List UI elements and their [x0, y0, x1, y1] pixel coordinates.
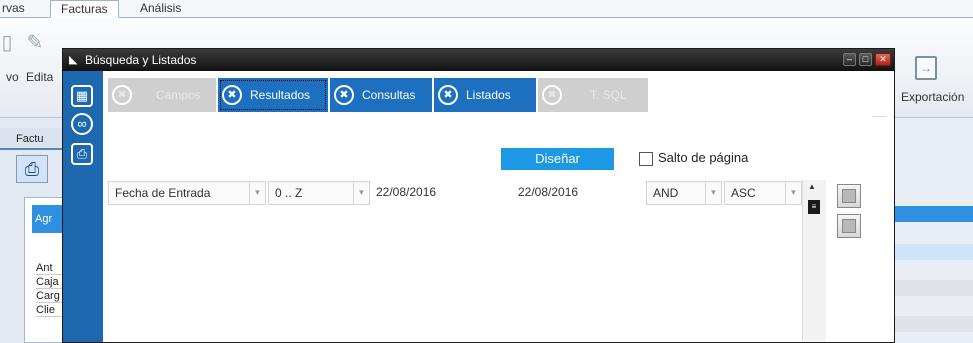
dialog-title: Búsqueda y Listados	[85, 53, 197, 67]
chevron-down-icon[interactable]: ▼	[705, 182, 721, 204]
ribbon-label-new: vo	[6, 70, 19, 84]
design-button[interactable]: Diseñar	[501, 148, 614, 170]
minimize-button[interactable]: –	[843, 53, 856, 66]
list-item[interactable]: Ant	[36, 262, 64, 275]
tab-resultados[interactable]: ✖ Resultados	[218, 78, 328, 112]
range-select-value: 0 .. Z	[275, 186, 303, 200]
list-item[interactable]: Carg	[36, 290, 64, 303]
ribbon-label-export[interactable]: Exportación	[901, 90, 964, 104]
right-row[interactable]	[895, 280, 973, 296]
tab-analisis[interactable]: Análisis	[130, 0, 191, 18]
tab-reservas[interactable]: rvas	[0, 0, 35, 18]
print-icon[interactable]: ⎙	[71, 143, 93, 165]
chevron-down-icon[interactable]: ▼	[785, 182, 801, 204]
tab-tsql[interactable]: ✖ T. SQL	[538, 78, 648, 112]
scroll-thumb[interactable]: ≡	[808, 200, 820, 214]
right-row[interactable]	[895, 244, 973, 260]
tab-facturas[interactable]: Facturas	[50, 0, 119, 18]
logic-select-value: AND	[653, 186, 679, 200]
order-select[interactable]: ASC ▼	[724, 181, 802, 205]
add-icon	[842, 189, 856, 203]
calendar-icon[interactable]: ▦	[71, 85, 93, 107]
right-row-highlight[interactable]	[895, 206, 973, 222]
field-select[interactable]: Fecha de Entrada ▼	[108, 181, 266, 205]
right-row[interactable]	[895, 316, 973, 332]
page-break-label[interactable]: Salto de página	[658, 150, 748, 166]
value-to[interactable]: 22/08/2016	[518, 181, 578, 205]
range-select[interactable]: 0 .. Z ▼	[268, 181, 370, 205]
dialog-titlebar[interactable]: ◣ Búsqueda y Listados – □ ✕	[63, 49, 894, 71]
close-icon[interactable]: ✖	[222, 85, 242, 105]
vertical-scrollbar[interactable]: ▲ ≡	[802, 180, 826, 341]
dialog-tab-bar: ✖ Campos ✖ Resultados ✖ Consultas ✖ List…	[108, 78, 893, 112]
scroll-up-icon[interactable]: ▲	[808, 182, 816, 191]
tab-consultas[interactable]: ✖ Consultas	[330, 78, 432, 112]
remove-icon	[842, 219, 856, 233]
side-group-header[interactable]: Agr	[32, 205, 62, 233]
glasses-icon[interactable]: ∞	[71, 113, 93, 135]
app-icon: ◣	[69, 54, 78, 66]
tab-label: T. SQL	[590, 88, 627, 102]
side-panel-header[interactable]: Factu	[0, 128, 62, 150]
value-from[interactable]: 22/08/2016	[376, 181, 436, 205]
order-select-value: ASC	[731, 186, 756, 200]
new-icon[interactable]: ▯	[0, 30, 20, 56]
side-print-icon[interactable]: ⎙	[16, 155, 48, 183]
close-icon[interactable]: ✖	[334, 85, 354, 105]
close-icon[interactable]: ✖	[112, 85, 132, 105]
chevron-down-icon[interactable]: ▼	[353, 182, 369, 204]
export-icon[interactable]: →	[915, 56, 937, 80]
remove-condition-button[interactable]	[837, 214, 861, 238]
logic-select[interactable]: AND ▼	[646, 181, 722, 205]
maximize-button[interactable]: □	[859, 53, 872, 66]
divider	[872, 116, 886, 120]
tab-label: Campos	[156, 88, 201, 102]
ribbon-label-edit: Edita	[26, 70, 54, 84]
tab-label: Consultas	[362, 88, 416, 102]
add-condition-button[interactable]	[837, 184, 861, 208]
close-icon[interactable]: ✖	[438, 85, 458, 105]
tab-listados[interactable]: ✖ Listados	[434, 78, 536, 112]
app-right-panel	[895, 118, 973, 343]
close-icon[interactable]: ✖	[542, 85, 562, 105]
tab-label: Resultados	[250, 88, 311, 102]
close-button[interactable]: ✕	[875, 53, 891, 66]
field-select-value: Fecha de Entrada	[115, 186, 211, 200]
edit-icon[interactable]: ✎	[22, 30, 48, 56]
page-break-checkbox[interactable]	[639, 152, 653, 166]
dialog-toolbar: ▦ ∞ ⎙	[63, 71, 103, 342]
list-item[interactable]: Caja	[36, 276, 64, 289]
tab-label: Listados	[466, 88, 511, 102]
tab-campos[interactable]: ✖ Campos	[108, 78, 216, 112]
app-tab-bar: rvas Facturas Análisis	[0, 0, 973, 18]
list-item[interactable]: Clie	[36, 304, 64, 317]
chevron-down-icon[interactable]: ▼	[249, 182, 265, 204]
